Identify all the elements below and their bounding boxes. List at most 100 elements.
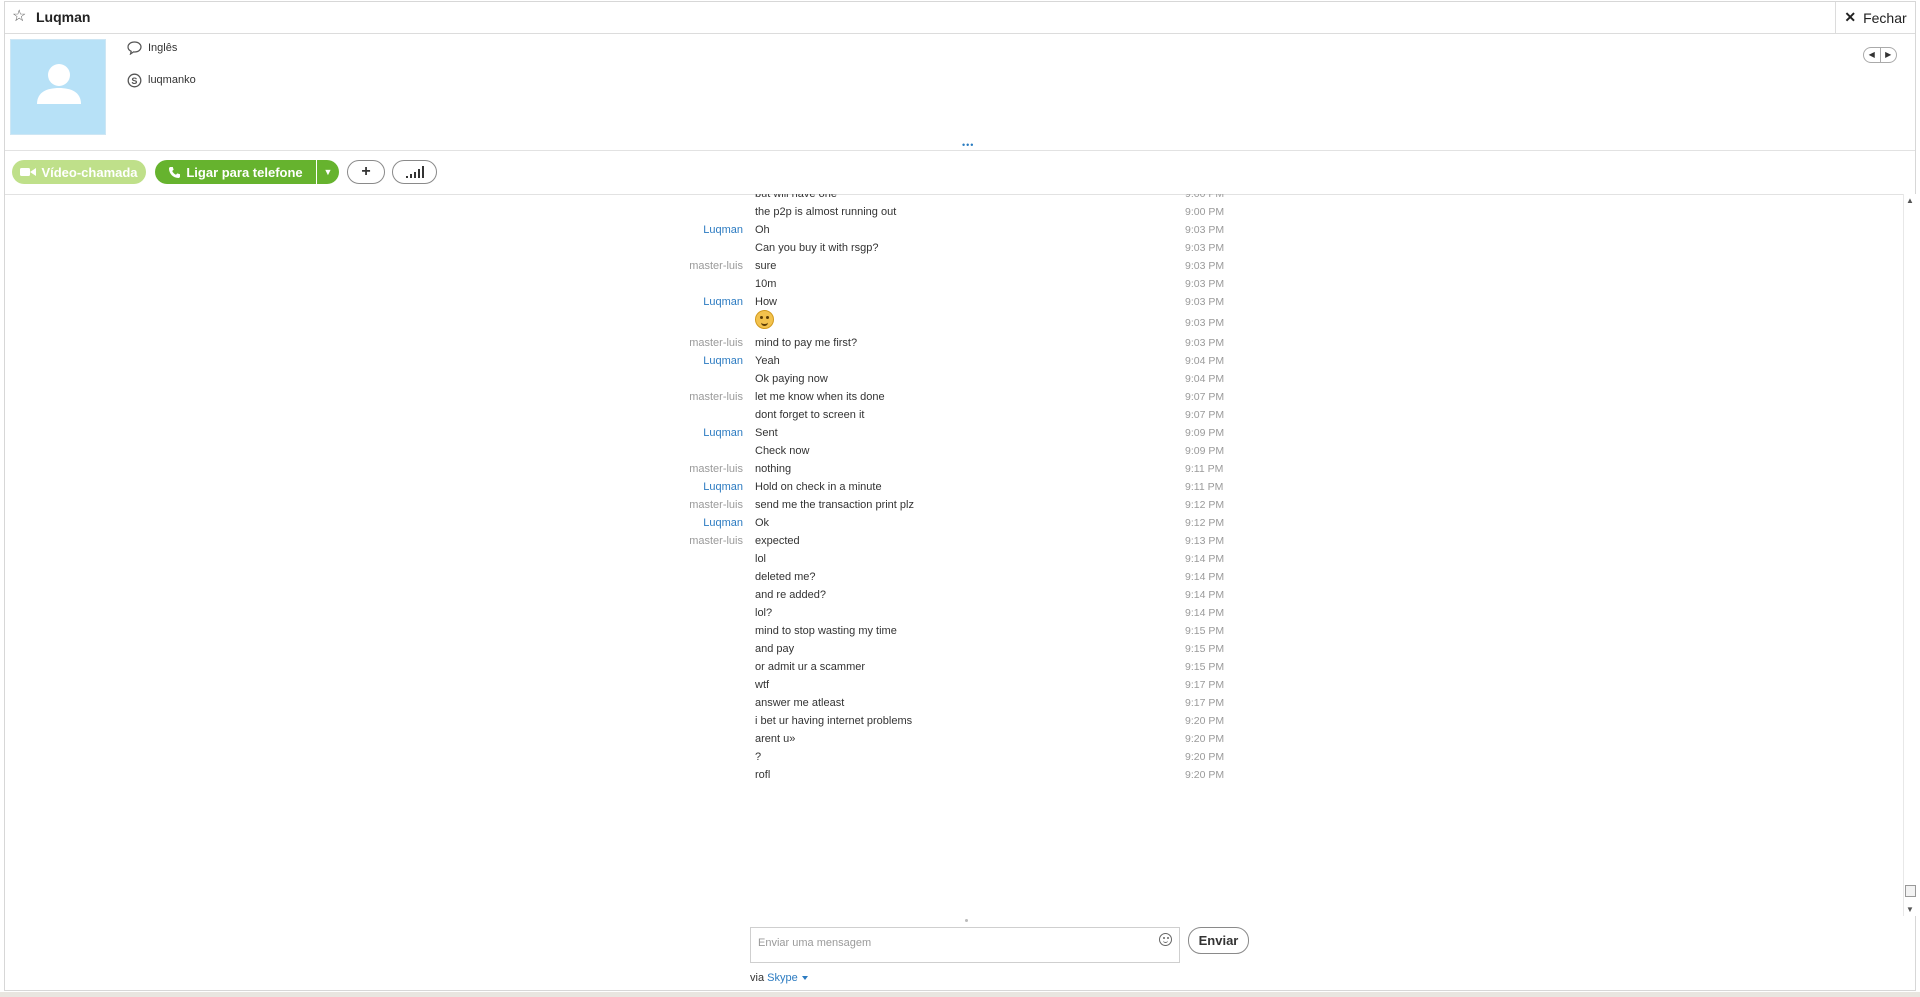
message-text: mind to pay me first? (755, 337, 858, 349)
message-row: Ok paying now 9:04 PM (5, 370, 1305, 388)
message-row: Luqman Ok 9:12 PM (5, 514, 1305, 532)
via-prefix: via (750, 972, 765, 984)
message-timestamp: 9:03 PM (1185, 224, 1225, 236)
message-text: wtf (755, 679, 770, 691)
message-text: Can you buy it with rsgp? (755, 242, 879, 254)
message-text: i bet ur having internet problems (755, 715, 913, 727)
message-sender[interactable]: Luqman (543, 514, 743, 532)
chat-history[interactable]: but will have one 9:00 PM the p2p is almos… (5, 194, 1900, 916)
message-text: answer me atleast (755, 697, 845, 709)
message-timestamp: 9:15 PM (1185, 643, 1225, 655)
message-text: dont forget to screen it (755, 409, 865, 421)
add-button[interactable]: + (347, 160, 385, 184)
video-call-label: Vídeo-chamada (41, 164, 138, 180)
message-row: mind to stop wasting my time 9:15 PM (5, 622, 1305, 640)
message-sender[interactable]: master-luis (543, 388, 743, 406)
message-sender[interactable]: Luqman (543, 293, 743, 311)
message-sender[interactable]: master-luis (543, 460, 743, 478)
message-row: Luqman Sent 9:09 PM (5, 424, 1305, 442)
message-sender[interactable]: master-luis (543, 334, 743, 352)
message-row: and pay 9:15 PM (5, 640, 1305, 658)
message-row: but will have one 9:00 PM (5, 194, 1305, 203)
message-timestamp: 9:11 PM (1185, 463, 1224, 475)
signal-bars-icon (405, 166, 424, 178)
message-timestamp: 9:14 PM (1185, 589, 1225, 601)
chat-scrollbar[interactable]: ▲ ▼ (1903, 194, 1919, 916)
message-text: Hold on check in a minute (755, 481, 882, 493)
message-text: arent u» (755, 733, 796, 745)
message-sender[interactable]: master-luis (543, 532, 743, 550)
message-compose-box (750, 927, 1180, 963)
message-text: Oh (755, 224, 770, 236)
call-options-dropdown[interactable]: ▼ (317, 160, 339, 184)
via-service-link[interactable]: Skype (767, 972, 798, 984)
message-timestamp: 9:15 PM (1185, 625, 1225, 637)
call-quality-button[interactable] (392, 160, 437, 184)
message-timestamp: 9:03 PM (1185, 260, 1225, 272)
video-call-button[interactable]: Vídeo-chamada (12, 160, 146, 184)
message-timestamp: 9:09 PM (1185, 427, 1225, 439)
scroll-down-arrow-icon[interactable]: ▼ (1906, 905, 1914, 914)
message-text: or admit ur a scammer (755, 661, 866, 673)
message-text: and re added? (755, 589, 826, 601)
message-text: deleted me? (755, 571, 816, 583)
message-text: lol? (755, 607, 773, 619)
avatar[interactable] (10, 39, 106, 135)
message-row: Can you buy it with rsgp? 9:03 PM (5, 239, 1305, 257)
contact-profile: Inglês S luqmanko ◀ ▶ ••• (5, 34, 1915, 150)
message-row: lol 9:14 PM (5, 550, 1305, 568)
message-sender[interactable]: Luqman (543, 352, 743, 370)
prev-arrow-icon[interactable]: ◀ (1864, 48, 1881, 62)
message-timestamp: 9:14 PM (1185, 553, 1225, 565)
message-row: master-luis mind to pay me first? 9:03 PM (5, 334, 1305, 352)
message-text: 10m (755, 278, 777, 290)
call-phone-button[interactable]: Ligar para telefone (155, 160, 316, 184)
message-timestamp: 9:03 PM (1185, 242, 1225, 254)
message-text: expected (755, 535, 800, 547)
message-text: ? (755, 751, 762, 763)
message-row: Luqman How 9:03 PM (5, 293, 1305, 311)
message-row: master-luis sure 9:03 PM (5, 257, 1305, 275)
message-timestamp: 9:14 PM (1185, 571, 1225, 583)
message-text: Sent (755, 427, 778, 439)
message-timestamp: 9:20 PM (1185, 751, 1225, 763)
via-dropdown-caret-icon[interactable] (801, 976, 808, 981)
message-row: arent u» 9:20 PM (5, 730, 1305, 748)
message-timestamp: 9:20 PM (1185, 769, 1225, 781)
scroll-up-arrow-icon[interactable]: ▲ (1906, 196, 1914, 205)
message-row: master-luis send me the transaction print… (5, 496, 1305, 514)
message-row: master-luis let me know when its done 9:07… (5, 388, 1305, 406)
call-toolbar: Vídeo-chamada Ligar para telefone ▼ + (5, 150, 1915, 195)
smile-emoticon-icon (755, 310, 774, 329)
svg-text:S: S (131, 76, 137, 86)
emoticon-picker-icon[interactable] (1159, 933, 1172, 946)
send-button[interactable]: Enviar (1188, 927, 1249, 954)
close-button[interactable]: ✕ Fechar (1835, 2, 1915, 33)
message-row: Check now 9:09 PM (5, 442, 1305, 460)
message-text: but will have one (755, 194, 837, 200)
message-sender[interactable]: Luqman (543, 478, 743, 496)
message-text: rofl (755, 769, 771, 781)
message-input[interactable] (756, 932, 1150, 954)
message-row: or admit ur a scammer 9:15 PM (5, 658, 1305, 676)
message-text: the p2p is almost running out (755, 206, 897, 218)
message-timestamp: 9:15 PM (1185, 661, 1225, 673)
scroll-thumb[interactable] (1905, 885, 1916, 897)
favorite-star-icon[interactable]: ☆ (12, 8, 26, 26)
message-sender[interactable]: Luqman (543, 221, 743, 239)
message-row: rofl 9:20 PM (5, 766, 1305, 784)
message-text: mind to stop wasting my time (755, 625, 897, 637)
next-arrow-icon[interactable]: ▶ (1881, 48, 1897, 62)
compose-resize-handle[interactable] (965, 919, 968, 922)
message-sender[interactable]: master-luis (543, 257, 743, 275)
message-sender[interactable]: Luqman (543, 424, 743, 442)
message-row: Luqman Yeah 9:04 PM (5, 352, 1305, 370)
message-timestamp: 9:17 PM (1185, 679, 1225, 691)
message-timestamp: 9:12 PM (1185, 499, 1225, 511)
message-text: sure (755, 260, 777, 272)
resize-handle[interactable]: ••• (962, 140, 974, 150)
phone-icon (169, 166, 181, 178)
message-row: Luqman Oh 9:03 PM (5, 221, 1305, 239)
message-sender[interactable]: master-luis (543, 496, 743, 514)
message-row: lol? 9:14 PM (5, 604, 1305, 622)
